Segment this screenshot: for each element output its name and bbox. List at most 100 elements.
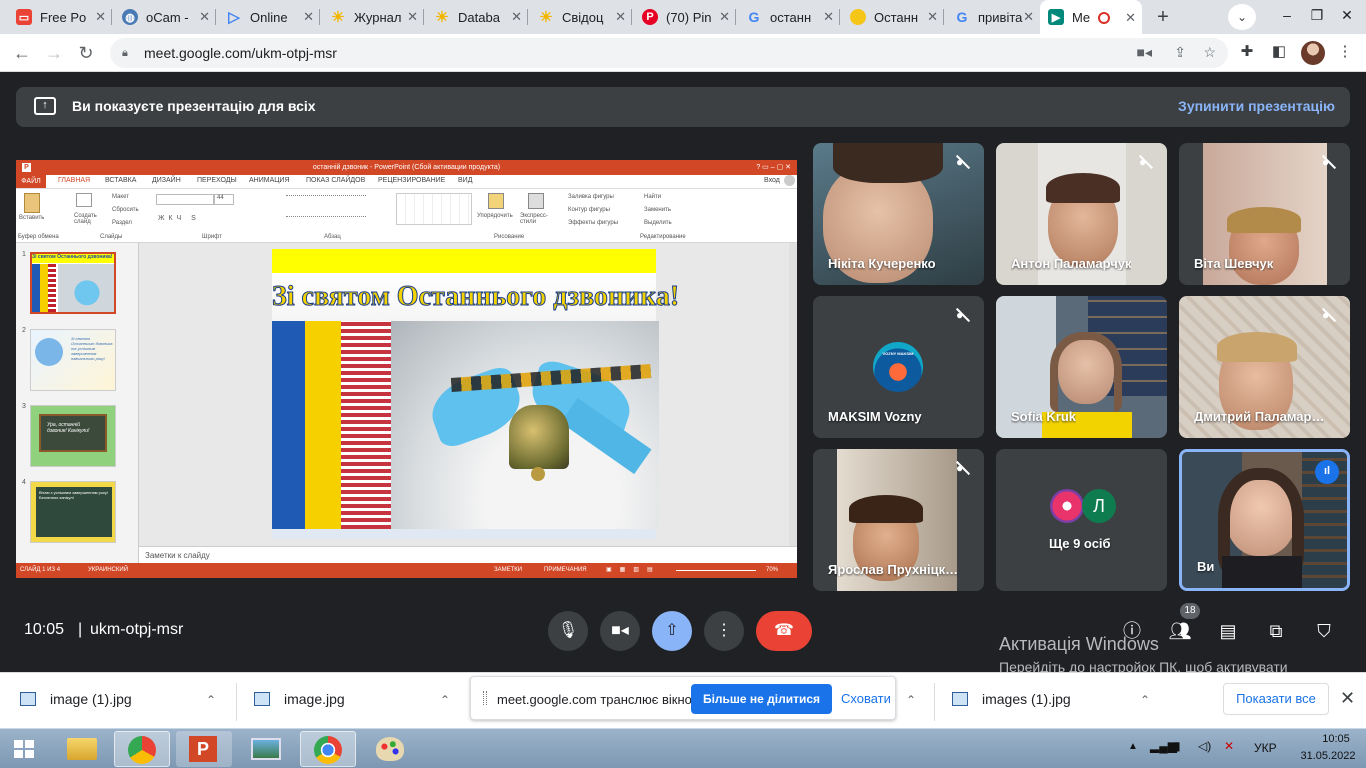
people-button[interactable]: 👥︎: [1168, 619, 1192, 643]
ppt-tab-slideshow[interactable]: ПОКАЗ СЛАЙДОВ: [306, 177, 365, 184]
restore-button[interactable]: ❐: [1302, 4, 1332, 28]
host-controls-button[interactable]: ⛉: [1312, 619, 1336, 643]
participant-tile[interactable]: ● Віта Шевчук: [1179, 143, 1350, 285]
photos-taskbar-button[interactable]: [238, 731, 294, 767]
stop-sharing-button[interactable]: Більше не ділитися: [691, 684, 832, 714]
drag-handle[interactable]: [483, 691, 487, 705]
show-hidden-icons-icon[interactable]: ▲: [1128, 741, 1138, 752]
close-shelf-button[interactable]: ✕: [1340, 688, 1355, 709]
slide-thumb-4[interactable]: Вітаю з успішним завершенням року! Безпе…: [30, 481, 116, 543]
chevron-up-icon[interactable]: ⌃: [206, 693, 216, 707]
current-slide[interactable]: Зі святом Останнього дзвоника!: [272, 249, 680, 539]
close-icon[interactable]: ✕: [823, 9, 834, 25]
participant-tile[interactable]: ● Нікіта Кучеренко: [813, 143, 984, 285]
quick-styles-label[interactable]: Экспресс-стили: [520, 213, 552, 225]
browser-tab[interactable]: ☀ Databa ✕: [426, 4, 528, 30]
camera-button[interactable]: ■◂: [600, 611, 640, 651]
download-item[interactable]: image.jpg: [254, 691, 345, 707]
tray-time[interactable]: 10:05: [1306, 733, 1366, 745]
profile-avatar[interactable]: [1301, 41, 1325, 65]
chevron-up-icon[interactable]: ⌃: [906, 693, 916, 707]
vertical-scrollbar[interactable]: [789, 243, 797, 563]
extensions-icon[interactable]: ✚: [1236, 42, 1258, 64]
replace-button[interactable]: Заменить: [644, 207, 671, 213]
browser-tab[interactable]: ▷ Online ✕: [218, 4, 320, 30]
camera-icon[interactable]: ■◂: [1137, 44, 1152, 61]
ppt-tab-file[interactable]: ФАЙЛ: [16, 175, 46, 188]
new-tab-button[interactable]: +: [1150, 5, 1176, 31]
more-vert-icon[interactable]: ⋮: [1334, 42, 1356, 64]
new-slide-label[interactable]: Создать слайд: [74, 213, 100, 225]
forward-button[interactable]: →: [40, 40, 68, 66]
explorer-taskbar-button[interactable]: [54, 731, 110, 767]
participant-tile[interactable]: ● Ярослав Прухніцк…: [813, 449, 984, 591]
activities-button[interactable]: ⧉: [1264, 619, 1288, 643]
close-icon[interactable]: ✕: [199, 9, 210, 25]
browser-tab-active[interactable]: ▶ Me ✕: [1040, 0, 1142, 34]
participant-tile[interactable]: Sofia Kruk: [996, 296, 1167, 438]
reset-button[interactable]: Сбросить: [112, 207, 139, 213]
close-icon[interactable]: ✕: [511, 9, 522, 25]
browser-tab[interactable]: Gостанн ✕: [738, 4, 840, 30]
more-options-button[interactable]: ⋮: [704, 611, 744, 651]
find-button[interactable]: Найти: [644, 194, 661, 200]
participant-tile[interactable]: ● Дмитрий Паламар…: [1179, 296, 1350, 438]
view-buttons[interactable]: ▣▦▥▤: [606, 566, 661, 573]
quick-styles-icon[interactable]: [528, 193, 544, 209]
ppt-tab-transitions[interactable]: ПЕРЕХОДЫ: [197, 177, 237, 184]
share-icon[interactable]: ⇪: [1174, 44, 1186, 61]
section-button[interactable]: Раздел: [112, 220, 132, 226]
ppt-tab-home[interactable]: ГЛАВНАЯ: [58, 177, 90, 184]
star-icon[interactable]: ☆: [1203, 44, 1216, 61]
shape-fill-button[interactable]: Заливка фигуры: [568, 194, 614, 200]
tray-date[interactable]: 31.05.2022: [1296, 750, 1360, 762]
volume-icon[interactable]: ◁): [1198, 739, 1211, 753]
slide-thumb-3[interactable]: Ура, останній дзвоник! Канікули!: [30, 405, 116, 467]
back-button[interactable]: ←: [8, 40, 36, 66]
close-icon[interactable]: ✕: [927, 9, 938, 25]
ppt-tab-review[interactable]: РЕЦЕНЗИРОВАНИЕ: [378, 177, 445, 184]
paste-label[interactable]: Вставить: [19, 215, 44, 221]
close-icon[interactable]: ✕: [719, 9, 730, 25]
browser-tab[interactable]: Останн ✕: [842, 4, 944, 30]
notes-toggle[interactable]: ЗАМЕТКИ: [494, 567, 522, 573]
browser-tab[interactable]: ◍ oCam - ✕: [114, 4, 216, 30]
paste-icon[interactable]: [24, 193, 40, 213]
show-all-downloads-button[interactable]: Показати все: [1223, 683, 1329, 715]
arrange-label[interactable]: Упорядочить: [477, 213, 513, 219]
layout-button[interactable]: Макет: [112, 194, 129, 200]
browser-tab[interactable]: ☀ Свідоц ✕: [530, 4, 632, 30]
ppt-tab-design[interactable]: ДИЗАЙН: [152, 177, 181, 184]
chevron-up-icon[interactable]: ⌃: [440, 693, 450, 707]
comments-toggle[interactable]: ПРИМЕЧАНИЯ: [544, 567, 587, 573]
close-window-button[interactable]: ✕: [1332, 4, 1362, 28]
download-item[interactable]: image (1).jpg: [20, 691, 132, 707]
chrome-profile-taskbar-button[interactable]: [114, 731, 170, 767]
start-button[interactable]: [2, 731, 46, 767]
paragraph-buttons[interactable]: [286, 195, 366, 217]
microphone-button[interactable]: 🎙︎: [548, 611, 588, 651]
close-icon[interactable]: ✕: [95, 9, 106, 25]
side-panel-icon[interactable]: ◧: [1268, 42, 1290, 64]
hide-button[interactable]: Сховати: [841, 691, 891, 706]
address-bar[interactable]: 🔒︎ meet.google.com/ukm-otpj-msr ■◂ ⇪ ☆: [110, 38, 1228, 68]
participant-tile-others[interactable]: Л Ще 9 осіб: [996, 449, 1167, 591]
browser-tab[interactable]: Gпривіта ✕: [946, 4, 1040, 30]
zoom-slider[interactable]: [676, 570, 756, 571]
close-icon[interactable]: ✕: [615, 9, 626, 25]
participant-tile[interactable]: VOZNY MAKSIM ● MAKSIM Vozny: [813, 296, 984, 438]
language-indicator[interactable]: УКР: [1254, 741, 1277, 755]
font-size-field[interactable]: 44: [214, 194, 234, 205]
font-name-field[interactable]: [156, 194, 214, 205]
stop-presenting-button[interactable]: Зупинити презентацію: [1178, 98, 1335, 114]
end-call-button[interactable]: ☎: [756, 611, 812, 651]
ppt-tab-insert[interactable]: ВСТАВКА: [105, 177, 136, 184]
participant-tile[interactable]: ● Антон Паламарчук: [996, 143, 1167, 285]
participant-tile-self[interactable]: ıl Ви: [1179, 449, 1350, 591]
slide-thumb-2[interactable]: Зі святом Останнього дзвоника та успішни…: [30, 329, 116, 391]
font-format-buttons[interactable]: ЖКЧ S: [158, 215, 200, 222]
slide-thumb-1[interactable]: Зі святом Останнього дзвоника!: [30, 252, 116, 314]
close-icon[interactable]: ✕: [1023, 9, 1034, 25]
present-button[interactable]: ⇧: [652, 611, 692, 651]
new-slide-icon[interactable]: [76, 193, 92, 207]
